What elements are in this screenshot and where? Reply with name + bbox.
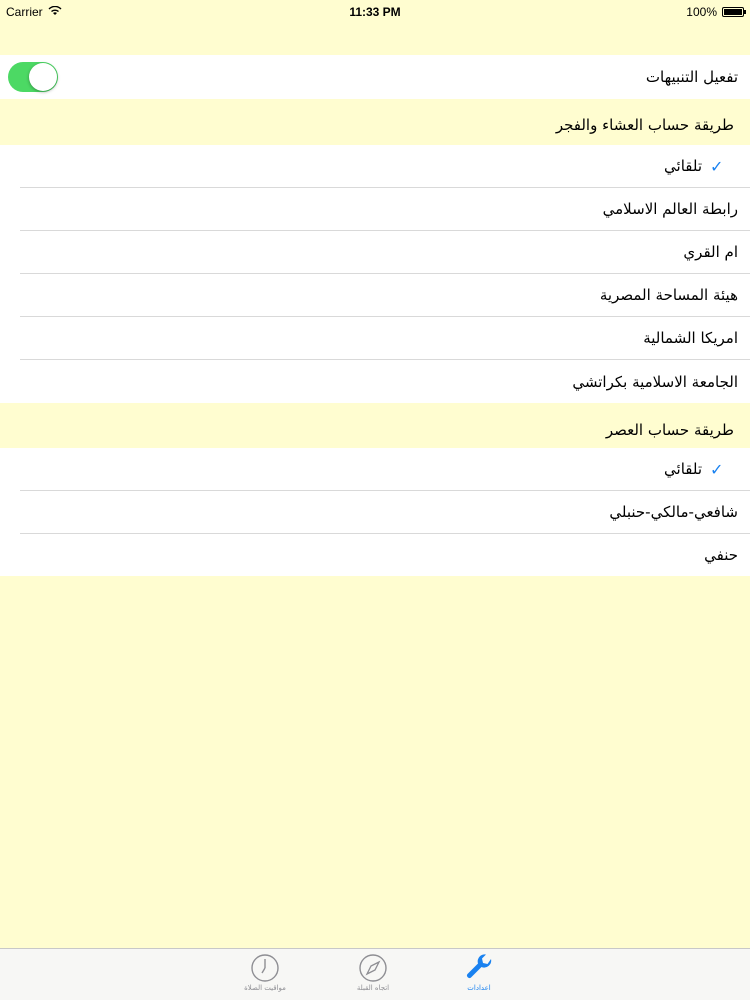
asr-option-hanafi[interactable]: حنفي — [0, 534, 750, 576]
battery-percent: 100% — [686, 5, 717, 19]
tab-label: مواقيت الصلاة — [244, 984, 286, 992]
asr-section-header: طريقة حساب العصر — [0, 408, 750, 452]
option-label: رابطة العالم الاسلامي — [602, 200, 738, 218]
asr-option-auto[interactable]: ✓ تلقائي — [0, 448, 750, 490]
asr-header-label: طريقة حساب العصر — [605, 421, 734, 439]
option-label: امريكا الشمالية — [643, 329, 738, 347]
tab-qibla[interactable]: اتجاه القبلة — [328, 951, 418, 999]
tab-label: اعدادات — [467, 984, 491, 992]
tab-prayer-times[interactable]: مواقيت الصلاة — [220, 951, 310, 999]
notifications-label: تفعيل التنبيهات — [645, 68, 738, 86]
isha-fajr-option-umm-al-qura[interactable]: ام القري — [0, 231, 750, 273]
isha-fajr-option-auto[interactable]: ✓ تلقائي — [0, 145, 750, 187]
asr-options: ✓ تلقائي شافعي-مالكي-حنبلي حنفي — [0, 448, 750, 576]
option-label: تلقائي — [664, 157, 702, 175]
status-right: 100% — [686, 5, 746, 19]
clock-label: 11:33 PM — [349, 5, 401, 19]
option-label: حنفي — [704, 546, 738, 564]
asr-option-standard[interactable]: شافعي-مالكي-حنبلي — [0, 491, 750, 533]
option-label: شافعي-مالكي-حنبلي — [609, 503, 738, 521]
compass-icon — [328, 953, 418, 983]
option-label: هيئة المساحة المصرية — [599, 286, 738, 304]
isha-fajr-section-header: طريقة حساب العشاء والفجر — [0, 103, 750, 147]
isha-fajr-header-label: طريقة حساب العشاء والفجر — [555, 116, 734, 134]
notifications-toggle[interactable] — [8, 62, 58, 92]
isha-fajr-option-north-america[interactable]: امريكا الشمالية — [0, 317, 750, 359]
isha-fajr-option-mwl[interactable]: رابطة العالم الاسلامي — [0, 188, 750, 230]
tab-settings[interactable]: اعدادات — [434, 951, 524, 999]
checkmark-icon: ✓ — [710, 459, 724, 479]
isha-fajr-options: ✓ تلقائي رابطة العالم الاسلامي ام القري … — [0, 145, 750, 403]
wrench-icon — [434, 953, 524, 983]
status-bar: Carrier 11:33 PM 100% — [0, 0, 750, 24]
notifications-row: تفعيل التنبيهات — [0, 55, 750, 99]
option-label: ام القري — [683, 243, 738, 261]
option-label: تلقائي — [664, 460, 702, 478]
tab-label: اتجاه القبلة — [356, 984, 390, 992]
option-label: الجامعة الاسلامية بكراتشي — [572, 372, 738, 391]
isha-fajr-option-karachi[interactable]: الجامعة الاسلامية بكراتشي — [0, 360, 750, 403]
toggle-knob — [29, 63, 57, 91]
tab-bar: مواقيت الصلاة اتجاه القبلة اعدادات — [0, 948, 750, 1000]
checkmark-icon: ✓ — [710, 156, 724, 176]
isha-fajr-option-egyptian[interactable]: هيئة المساحة المصرية — [0, 274, 750, 316]
clock-icon — [220, 953, 310, 983]
battery-icon — [722, 7, 746, 17]
